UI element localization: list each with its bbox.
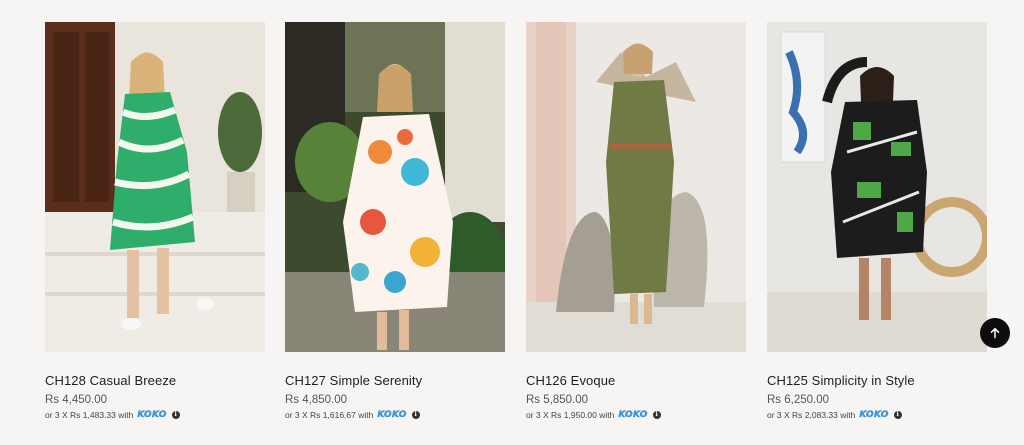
product-card[interactable]: CH126 Evoque Rs 5,850.00 or 3 X Rs 1,950… xyxy=(526,22,746,420)
product-image[interactable] xyxy=(767,22,987,352)
koko-logo[interactable]: KOKO xyxy=(377,409,406,419)
installment-info: or 3 X Rs 1,950.00 with KOKO i xyxy=(526,409,746,420)
installment-text: or 3 X Rs 1,950.00 with xyxy=(526,409,615,420)
koko-logo[interactable]: KOKO xyxy=(137,409,166,419)
product-card[interactable]: CH127 Simple Serenity Rs 4,850.00 or 3 X… xyxy=(285,22,505,420)
product-title[interactable]: CH125 Simplicity in Style xyxy=(767,373,987,388)
arrow-up-icon xyxy=(990,327,1000,339)
installment-text: or 3 X Rs 2,083.33 with xyxy=(767,409,856,420)
product-title[interactable]: CH126 Evoque xyxy=(526,373,746,388)
installment-text: or 3 X Rs 1,616.67 with xyxy=(285,409,374,420)
koko-logo[interactable]: KOKO xyxy=(618,409,647,419)
installment-info: or 3 X Rs 2,083.33 with KOKO i xyxy=(767,409,987,420)
info-icon[interactable]: i xyxy=(893,410,902,419)
installment-info: or 3 X Rs 1,616.67 with KOKO i xyxy=(285,409,505,420)
product-title[interactable]: CH128 Casual Breeze xyxy=(45,373,265,388)
product-price: Rs 4,450.00 xyxy=(45,394,108,406)
koko-logo[interactable]: KOKO xyxy=(859,409,888,419)
back-to-top-button[interactable] xyxy=(980,318,1010,348)
product-price: Rs 5,850.00 xyxy=(526,394,589,406)
product-card[interactable]: CH128 Casual Breeze Rs 4,450.00 or 3 X R… xyxy=(45,22,265,420)
info-icon[interactable]: i xyxy=(411,410,420,419)
installment-info: or 3 X Rs 1,483.33 with KOKO i xyxy=(45,409,265,420)
product-price: Rs 4,850.00 xyxy=(285,394,348,406)
product-image[interactable] xyxy=(45,22,265,352)
product-grid: CH128 Casual Breeze Rs 4,450.00 or 3 X R… xyxy=(0,0,1024,445)
product-card[interactable]: CH125 Simplicity in Style Rs 6,250.00 or… xyxy=(767,22,987,420)
product-price: Rs 6,250.00 xyxy=(767,394,830,406)
info-icon[interactable]: i xyxy=(171,410,180,419)
product-image[interactable] xyxy=(526,22,746,352)
info-icon[interactable]: i xyxy=(652,410,661,419)
product-image[interactable] xyxy=(285,22,505,352)
installment-text: or 3 X Rs 1,483.33 with xyxy=(45,409,134,420)
product-title[interactable]: CH127 Simple Serenity xyxy=(285,373,505,388)
